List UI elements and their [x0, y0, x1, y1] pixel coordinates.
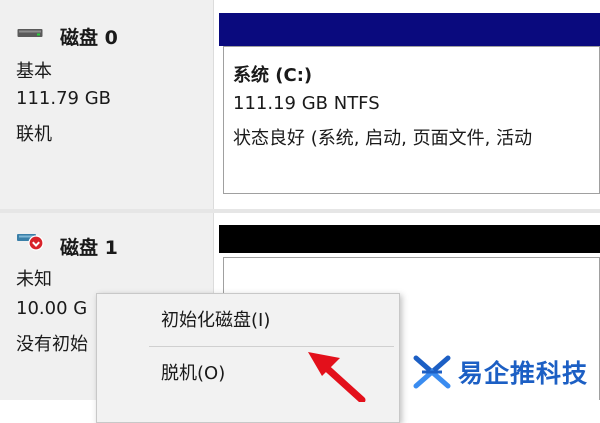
disk-0-type: 基本 [16, 61, 52, 82]
disk-1-size: 10.00 G [16, 298, 88, 319]
disk-1-status: 没有初始 [16, 334, 88, 355]
volume-c-header-bar [219, 13, 600, 46]
disk-1-type: 未知 [16, 269, 52, 290]
volume-c-name: 系统 (C:) [233, 65, 313, 86]
brand-logo-icon [412, 352, 452, 392]
disk-0-info-panel[interactable]: 磁盘 0 基本 111.79 GB 联机 [0, 0, 214, 209]
disk-1-title: 磁盘 1 [60, 237, 118, 259]
red-arrow-annotation [308, 352, 366, 402]
disk-0-status: 联机 [16, 124, 52, 145]
watermark-text: 易企推科技 [458, 359, 589, 388]
disk-not-initialized-icon [16, 230, 46, 252]
volume-c-size-fs: 111.19 GB NTFS [233, 93, 380, 114]
menu-item-initialize-disk[interactable]: 初始化磁盘(I) [97, 301, 399, 341]
disk-0-size: 111.79 GB [16, 88, 112, 109]
watermark: 易企推科技 [412, 350, 588, 394]
disk-0-title: 磁盘 0 [60, 27, 118, 49]
disk-1-unallocated-header-bar [219, 225, 600, 253]
disk-basic-icon [17, 24, 44, 37]
volume-c-health: 状态良好 (系统, 启动, 页面文件, 活动 [233, 128, 533, 149]
